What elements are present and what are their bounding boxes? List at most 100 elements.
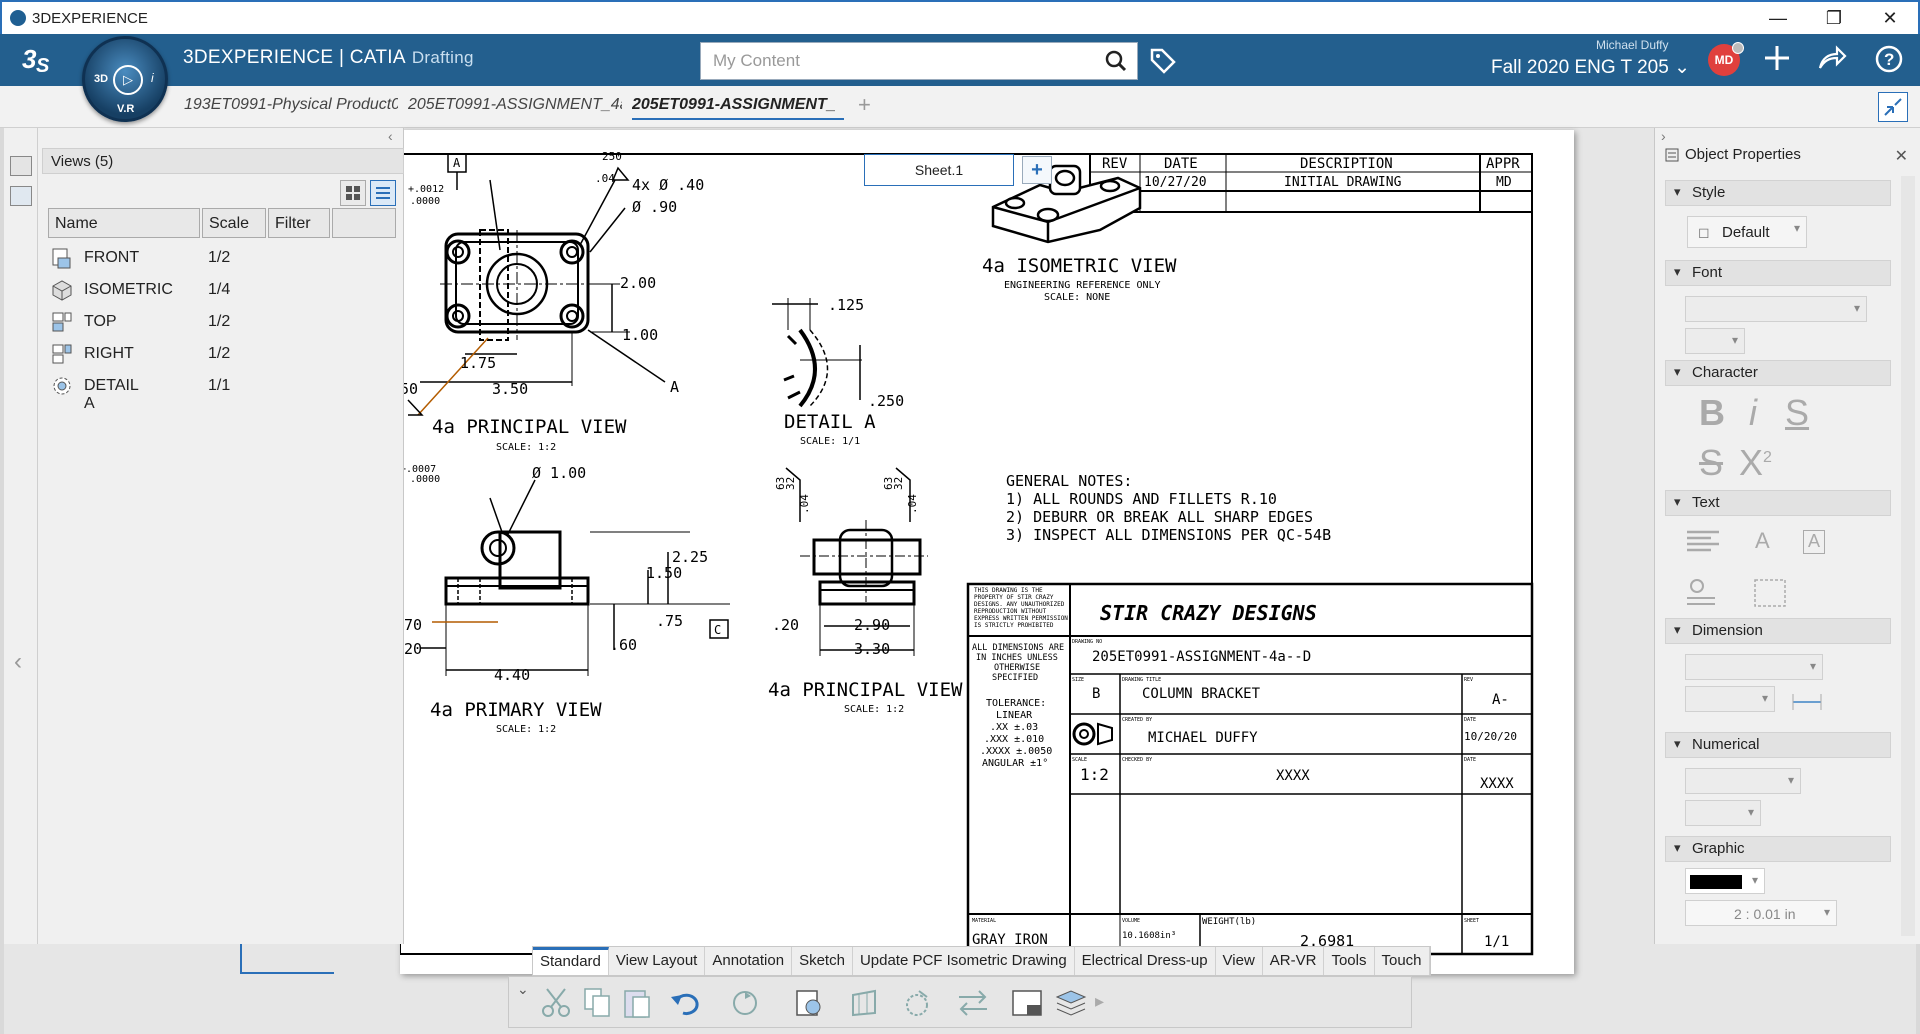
more-tools-icon[interactable]: ▸ xyxy=(1095,991,1104,1012)
italic-icon[interactable]: i xyxy=(1749,392,1757,434)
tab-annotation[interactable]: Annotation xyxy=(705,947,793,975)
section-style[interactable]: Style xyxy=(1665,180,1891,206)
section-view-icon[interactable] xyxy=(847,987,883,1019)
paste-icon[interactable] xyxy=(621,987,657,1019)
dimension-line-icon[interactable] xyxy=(1789,688,1829,719)
tab-update-pcf[interactable]: Update PCF Isometric Drawing xyxy=(853,947,1075,975)
close-button[interactable]: ✕ xyxy=(1862,2,1918,34)
tree-icon[interactable] xyxy=(10,156,32,176)
style-dropdown[interactable]: ◻ Default xyxy=(1687,216,1807,248)
col-scale[interactable]: Scale xyxy=(202,208,266,238)
principal-view-2-title: 4a PRINCIPAL VIEW xyxy=(768,679,963,701)
properties-icon[interactable] xyxy=(10,186,32,206)
tab-physical-product[interactable]: 193ET0991-Physical Product0 xyxy=(184,96,398,114)
tab-view[interactable]: View xyxy=(1216,947,1263,975)
svg-text:3: 3 xyxy=(22,44,37,74)
close-icon[interactable]: ✕ xyxy=(1895,146,1908,166)
note-1: 1) ALL ROUNDS AND FILLETS R.10 xyxy=(1006,490,1277,508)
frame-title-block-icon[interactable] xyxy=(1009,987,1045,1019)
tab-touch[interactable]: Touch xyxy=(1375,947,1430,975)
view-from-3d-icon[interactable] xyxy=(793,987,829,1019)
minimize-button[interactable]: — xyxy=(1750,2,1806,34)
rev-value: A- xyxy=(1492,692,1509,708)
tab-tools[interactable]: Tools xyxy=(1324,947,1375,975)
expand-panel-icon[interactable]: › xyxy=(1661,128,1666,144)
play-icon[interactable]: ▷ xyxy=(113,65,143,95)
layers-icon[interactable] xyxy=(1053,987,1089,1019)
font-name-dropdown[interactable] xyxy=(1685,296,1867,322)
add-sheet-button[interactable]: + xyxy=(1022,156,1052,184)
col-name[interactable]: Name xyxy=(48,208,200,238)
share-icon[interactable] xyxy=(1817,44,1847,79)
undo-icon[interactable] xyxy=(669,987,705,1019)
section-dimension[interactable]: Dimension xyxy=(1665,618,1891,644)
graphic-color-dropdown[interactable] xyxy=(1685,868,1765,894)
frame-icon[interactable]: A xyxy=(1803,530,1825,554)
style-icon: ◻ xyxy=(1698,224,1710,240)
tab-assignment-active[interactable]: 205ET0991-ASSIGNMENT_ xyxy=(632,96,844,120)
compass-widget[interactable]: 3D ▷ i V.R xyxy=(82,36,168,122)
graphic-linetype-dropdown[interactable]: 2 : 0.01 in xyxy=(1685,900,1837,926)
rev-row1-appr: MD xyxy=(1496,175,1512,190)
transform-icon[interactable] xyxy=(955,987,991,1019)
section-text[interactable]: Text xyxy=(1665,490,1891,516)
object-properties-panel: › Object Properties ✕ Style ◻ Default Fo… xyxy=(1654,128,1920,944)
section-graphic[interactable]: Graphic xyxy=(1665,836,1891,862)
datum-c-label: C xyxy=(714,623,721,637)
underline-icon[interactable]: S xyxy=(1785,392,1809,434)
dim-04: .04 xyxy=(595,172,615,185)
object-properties-title: Object Properties xyxy=(1685,146,1801,163)
dimension-tolerance-dropdown[interactable] xyxy=(1685,686,1775,712)
section-numerical[interactable]: Numerical xyxy=(1665,732,1891,758)
section-character[interactable]: Character xyxy=(1665,360,1891,386)
tag-icon[interactable] xyxy=(1148,46,1178,81)
sheet-tab[interactable]: Sheet.1 xyxy=(864,154,1014,186)
superscript-icon[interactable]: X2 xyxy=(1739,442,1772,484)
tab-electrical-dressup[interactable]: Electrical Dress-up xyxy=(1075,947,1216,975)
drawing-sheet[interactable]: REV DATE DESCRIPTION APPR - 10/27/20 INI… xyxy=(399,130,1574,974)
col-extra[interactable] xyxy=(332,208,396,238)
avatar[interactable]: MD xyxy=(1708,42,1744,76)
chevron-left-icon[interactable]: ‹ xyxy=(14,648,22,676)
tab-standard[interactable]: Standard xyxy=(533,947,609,975)
properties-scrollbar[interactable] xyxy=(1901,176,1915,936)
ds-logo-icon[interactable]: 3S xyxy=(22,42,58,83)
add-icon[interactable] xyxy=(1763,44,1791,79)
font-size-dropdown[interactable] xyxy=(1685,328,1745,354)
scale-label: SCALE xyxy=(1072,757,1087,763)
align-left-icon[interactable] xyxy=(1685,528,1729,559)
toolbar-tabs: Standard View Layout Annotation Sketch U… xyxy=(532,946,1431,976)
font-color-icon[interactable]: A xyxy=(1755,528,1770,554)
help-icon[interactable]: ? xyxy=(1874,44,1904,81)
numerical-precision-dropdown[interactable] xyxy=(1685,800,1761,826)
dim-75: .75 xyxy=(656,612,683,630)
restore-button[interactable]: ❐ xyxy=(1806,2,1862,34)
add-tab-button[interactable]: + xyxy=(858,92,871,118)
copy-icon[interactable] xyxy=(581,987,617,1019)
tab-view-layout[interactable]: View Layout xyxy=(609,947,706,975)
drawing-no: 205ET0991-ASSIGNMENT-4a--D xyxy=(1092,649,1311,665)
search-icon[interactable] xyxy=(1105,50,1127,77)
strikethrough-icon[interactable]: S xyxy=(1699,442,1723,484)
grid-view-icon[interactable] xyxy=(340,180,366,206)
chevron-down-icon[interactable]: ⌄ xyxy=(517,981,529,998)
update-icon[interactable] xyxy=(727,987,763,1019)
col-filter[interactable]: Filter xyxy=(268,208,330,238)
list-view-icon[interactable] xyxy=(370,180,396,206)
dimension-style-dropdown[interactable] xyxy=(1685,654,1823,680)
tab-sketch[interactable]: Sketch xyxy=(792,947,853,975)
detail-view-tool-icon[interactable] xyxy=(901,987,937,1019)
tab-assignment-4a[interactable]: 205ET0991-ASSIGNMENT_4a xyxy=(408,96,622,114)
search-input[interactable] xyxy=(701,43,1081,79)
cut-icon[interactable] xyxy=(539,987,575,1019)
collab-space-dropdown[interactable]: Fall 2020 ENG T 205 ⌄ xyxy=(1491,56,1690,79)
anchor-icon[interactable] xyxy=(1685,576,1729,615)
views-panel-header: Views (5) xyxy=(42,148,404,174)
bold-icon[interactable]: B xyxy=(1699,392,1725,434)
frame-grid-icon[interactable] xyxy=(1751,576,1791,615)
tab-ar-vr[interactable]: AR-VR xyxy=(1263,947,1325,975)
numerical-format-dropdown[interactable] xyxy=(1685,768,1801,794)
collapse-panel-icon[interactable]: ‹ xyxy=(388,128,393,144)
collapse-view-button[interactable] xyxy=(1878,92,1908,122)
section-font[interactable]: Font xyxy=(1665,260,1891,286)
